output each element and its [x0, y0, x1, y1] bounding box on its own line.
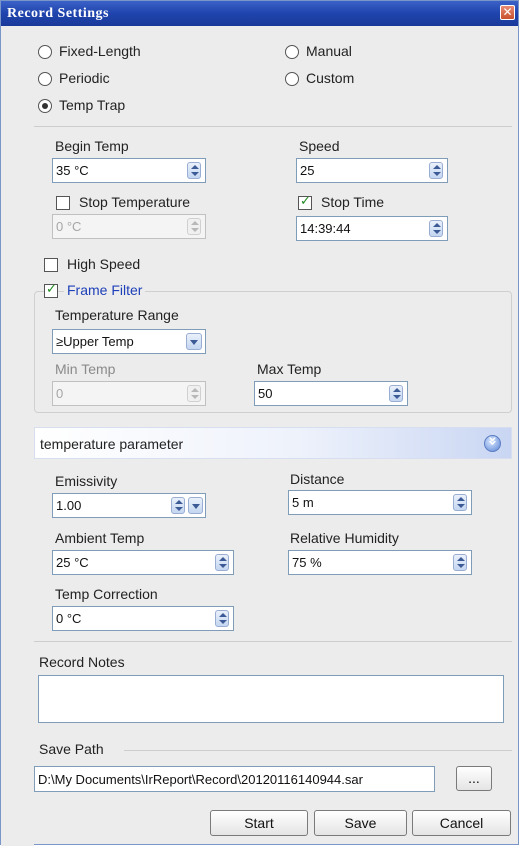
record-notes-label: Record Notes: [39, 654, 125, 670]
spin-arrows-icon[interactable]: [453, 494, 467, 511]
save-button[interactable]: Save: [314, 810, 407, 836]
temp-correction-spinner[interactable]: 0 °C: [52, 606, 234, 631]
distance-spinner[interactable]: 5 m: [288, 490, 472, 515]
window-title: Record Settings: [7, 6, 109, 21]
begin-temp-spinner[interactable]: 35 °C: [52, 158, 206, 183]
save-path-value: D:\My Documents\IrReport\Record\20120116…: [38, 772, 363, 787]
stop-time-value: 14:39:44: [300, 221, 351, 236]
radio-custom[interactable]: [285, 72, 299, 86]
spin-arrows-icon: [187, 218, 201, 235]
radio-manual[interactable]: [285, 45, 299, 59]
min-temp-label: Min Temp: [55, 361, 116, 377]
temperature-range-label: Temperature Range: [55, 307, 179, 323]
chevron-down-icon[interactable]: [186, 333, 202, 350]
radio-fixed-length-label: Fixed-Length: [59, 43, 141, 59]
relative-humidity-value: 75 %: [292, 555, 322, 570]
begin-temp-label: Begin Temp: [55, 138, 129, 154]
relative-humidity-spinner[interactable]: 75 %: [288, 550, 472, 575]
frame-filter-checkbox[interactable]: [44, 282, 58, 298]
temperature-parameter-title: temperature parameter: [40, 436, 184, 452]
temp-correction-label: Temp Correction: [55, 586, 158, 602]
record-notes-textarea[interactable]: [38, 675, 504, 723]
distance-value: 5 m: [292, 495, 314, 510]
radio-periodic[interactable]: [38, 72, 52, 86]
spin-arrows-icon[interactable]: [215, 610, 229, 627]
divider: [34, 641, 512, 642]
record-settings-window: Record Settings ✕ Fixed-Length Manual Pe…: [0, 0, 519, 846]
temp-correction-value: 0 °C: [56, 611, 82, 626]
high-speed-label: High Speed: [67, 256, 141, 272]
spin-arrows-icon[interactable]: [429, 220, 443, 237]
radio-temp-trap[interactable]: [38, 99, 52, 113]
stop-temperature-checkbox[interactable]: [56, 196, 70, 210]
radio-fixed-length[interactable]: [38, 45, 52, 59]
radio-manual-label: Manual: [306, 43, 352, 59]
min-temp-spinner: 0: [52, 381, 206, 406]
max-temp-spinner[interactable]: 50: [254, 381, 408, 406]
divider: [34, 126, 512, 127]
max-temp-value: 50: [258, 386, 273, 401]
save-path-field[interactable]: D:\My Documents\IrReport\Record\20120116…: [34, 766, 435, 792]
divider: [124, 750, 512, 751]
ambient-temp-label: Ambient Temp: [55, 530, 145, 546]
left-margin: [1, 26, 34, 846]
emissivity-spinner[interactable]: 1.00: [52, 493, 206, 518]
stop-time-checkbox[interactable]: [298, 194, 312, 210]
browse-button[interactable]: ...: [456, 766, 492, 791]
temperature-range-select[interactable]: ≥Upper Temp: [52, 329, 206, 354]
chevron-down-icon[interactable]: [188, 497, 203, 514]
cancel-button[interactable]: Cancel: [412, 810, 511, 836]
stop-temperature-spinner: 0 °C: [52, 214, 206, 239]
emissivity-label: Emissivity: [55, 473, 118, 489]
ambient-temp-value: 25 °C: [56, 555, 89, 570]
spin-arrows-icon[interactable]: [171, 497, 185, 514]
distance-label: Distance: [290, 471, 345, 487]
speed-spinner[interactable]: 25: [296, 158, 448, 183]
spin-arrows-icon[interactable]: [389, 385, 403, 402]
spin-arrows-icon[interactable]: [429, 162, 443, 179]
collapse-icon[interactable]: [484, 435, 501, 452]
spin-arrows-icon[interactable]: [187, 162, 201, 179]
title-bar[interactable]: Record Settings ✕: [1, 1, 518, 26]
spin-arrows-icon[interactable]: [215, 554, 229, 571]
speed-value: 25: [300, 163, 315, 178]
max-temp-label: Max Temp: [257, 361, 322, 377]
stop-temperature-value: 0 °C: [56, 219, 82, 234]
temperature-range-value: ≥Upper Temp: [56, 334, 134, 349]
temperature-parameter-header[interactable]: temperature parameter: [34, 427, 512, 459]
stop-time-spinner[interactable]: 14:39:44: [296, 216, 448, 241]
stop-temperature-label: Stop Temperature: [79, 194, 191, 210]
frame-filter-label: Frame Filter: [64, 282, 146, 298]
radio-custom-label: Custom: [306, 70, 355, 86]
min-temp-value: 0: [56, 386, 64, 401]
spin-arrows-icon[interactable]: [453, 554, 467, 571]
high-speed-checkbox[interactable]: [44, 258, 58, 272]
emissivity-value: 1.00: [56, 498, 82, 513]
stop-time-label: Stop Time: [321, 194, 385, 210]
begin-temp-value: 35 °C: [56, 163, 89, 178]
close-icon[interactable]: ✕: [500, 5, 515, 20]
radio-periodic-label: Periodic: [59, 70, 110, 86]
save-path-label: Save Path: [39, 741, 104, 757]
speed-label: Speed: [299, 138, 340, 154]
relative-humidity-label: Relative Humidity: [290, 530, 399, 546]
radio-temp-trap-label: Temp Trap: [59, 97, 126, 113]
start-button[interactable]: Start: [210, 810, 308, 836]
ambient-temp-spinner[interactable]: 25 °C: [52, 550, 234, 575]
spin-arrows-icon: [187, 385, 201, 402]
